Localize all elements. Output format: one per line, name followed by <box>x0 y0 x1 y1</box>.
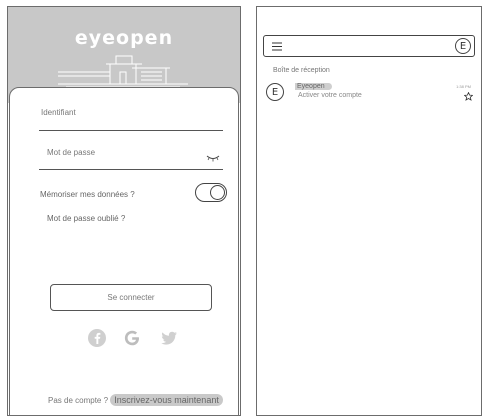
forgot-password-link[interactable]: Mot de passe oublié ? <box>47 214 125 223</box>
inbox-search-bar[interactable]: E <box>263 35 475 57</box>
star-icon[interactable] <box>464 92 473 101</box>
eye-closed-icon[interactable] <box>206 154 220 162</box>
signup-row: Pas de compte ? Inscrivez-vous maintenan… <box>48 394 223 406</box>
inbox-section-title: Boîte de réception <box>273 67 330 74</box>
login-card <box>9 87 239 415</box>
twitter-icon[interactable] <box>158 327 180 349</box>
inbox-screen: E Boîte de réception E Eyeopen Activer v… <box>256 6 482 416</box>
password-label: Mot de passe <box>47 148 96 157</box>
facebook-icon[interactable] <box>86 327 108 349</box>
remember-label: Mémoriser mes données ? <box>40 190 135 199</box>
list-item[interactable]: E Eyeopen Activer votre compte 1:38 PM <box>257 83 481 107</box>
google-icon[interactable] <box>121 327 143 349</box>
sender-avatar: E <box>266 83 284 101</box>
username-label: Identifiant <box>41 108 76 117</box>
house-illustration-icon <box>58 55 188 88</box>
password-field[interactable] <box>39 169 223 170</box>
username-field[interactable] <box>39 130 223 131</box>
no-account-text: Pas de compte ? <box>48 396 109 405</box>
connect-button[interactable]: Se connecter <box>50 284 212 311</box>
menu-icon[interactable] <box>272 42 282 51</box>
signup-link[interactable]: Inscrivez-vous maintenant <box>110 394 223 406</box>
email-sender: Eyeopen <box>295 83 332 90</box>
email-time: 1:38 PM <box>456 84 471 89</box>
remember-toggle[interactable] <box>195 183 227 202</box>
brand-logo-text: eyeopen <box>74 27 174 49</box>
account-avatar[interactable]: E <box>455 38 471 54</box>
login-screen: eyeopen Identifiant Mot de passe Mémoris… <box>7 6 241 416</box>
toggle-knob <box>210 185 225 200</box>
email-subject: Activer votre compte <box>298 92 362 99</box>
